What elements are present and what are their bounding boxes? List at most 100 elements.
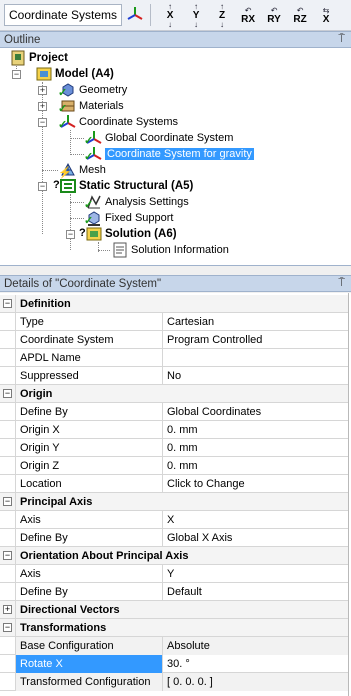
- expand-toggle[interactable]: +: [3, 605, 12, 614]
- tree-node-model[interactable]: Model (A4): [36, 66, 114, 82]
- property-value[interactable]: Global Coordinates: [163, 403, 349, 421]
- property-value[interactable]: No: [163, 367, 349, 385]
- property-value[interactable]: Absolute: [163, 636, 349, 655]
- property-name: APDL Name: [15, 348, 163, 367]
- details-row-suppressed[interactable]: Suppressed No: [0, 366, 349, 385]
- static-structural-icon: ?: [53, 178, 76, 194]
- property-value[interactable]: [163, 349, 349, 367]
- property-name: Base Configuration: [15, 636, 163, 655]
- details-row-origin-z[interactable]: Origin Z 0. mm: [0, 456, 349, 475]
- property-value[interactable]: Click to Change: [163, 475, 349, 493]
- tree-node-label: Static Structural (A5): [79, 180, 194, 192]
- property-name: Suppressed: [15, 366, 163, 385]
- collapse-toggle[interactable]: −: [3, 551, 12, 560]
- property-value[interactable]: Y: [163, 565, 349, 583]
- details-row-origin-y[interactable]: Origin Y 0. mm: [0, 438, 349, 457]
- collapse-toggle[interactable]: −: [66, 230, 75, 239]
- tree-node-global-coordinate-system[interactable]: ✓ Global Coordinate System: [84, 130, 234, 147]
- tree-node-solution[interactable]: ? Solution (A6): [79, 226, 177, 242]
- property-name: Origin Z: [15, 456, 163, 475]
- status-question-icon: ?: [53, 179, 60, 191]
- tree-node-label: Geometry: [79, 84, 128, 96]
- tree-node-static-structural[interactable]: ? Static Structural (A5): [53, 178, 194, 194]
- section-label: Definition: [15, 294, 349, 313]
- section-origin[interactable]: − Origin: [0, 384, 349, 403]
- tree-node-coordinate-systems[interactable]: ✓ Coordinate Systems: [58, 114, 178, 131]
- property-name: Location: [15, 474, 163, 493]
- tree-node-solution-information[interactable]: Solution Information: [112, 242, 229, 258]
- details-row-apdl-name[interactable]: APDL Name: [0, 348, 349, 367]
- section-label: Transformations: [15, 618, 349, 637]
- details-row-define-by[interactable]: Define By Global X Axis: [0, 528, 349, 547]
- expand-toggle[interactable]: +: [38, 102, 47, 111]
- property-name: Origin X: [15, 420, 163, 439]
- property-value[interactable]: 0. mm: [163, 439, 349, 457]
- collapse-toggle[interactable]: −: [38, 118, 47, 127]
- tree-node-fixed-support[interactable]: ✓ Fixed Support: [84, 210, 174, 227]
- section-principal-axis[interactable]: − Principal Axis: [0, 492, 349, 511]
- translate-x-button[interactable]: ⇆ X: [313, 3, 339, 27]
- section-transformations[interactable]: − Transformations: [0, 618, 349, 637]
- expand-toggle[interactable]: +: [38, 86, 47, 95]
- details-row-transformed-configuration[interactable]: Transformed Configuration [ 0. 0. 0. ]: [0, 672, 349, 691]
- collapse-toggle[interactable]: −: [12, 70, 21, 79]
- property-name: Define By: [15, 528, 163, 547]
- flip-x-button[interactable]: ↑ X ↓: [157, 2, 183, 29]
- rotate-z-button[interactable]: ↶ RZ: [287, 3, 313, 27]
- property-value[interactable]: 0. mm: [163, 457, 349, 475]
- property-name: Axis: [15, 564, 163, 583]
- tree-node-coordinate-system-gravity[interactable]: ✓ Coordinate System for gravity: [84, 146, 254, 163]
- status-question-icon: ?: [79, 227, 86, 239]
- section-orientation[interactable]: − Orientation About Principal Axis: [0, 546, 349, 565]
- flip-z-button[interactable]: ↑ Z ↓: [209, 2, 235, 29]
- section-directional-vectors[interactable]: + Directional Vectors: [0, 600, 349, 619]
- collapse-toggle[interactable]: −: [3, 389, 12, 398]
- collapse-toggle[interactable]: −: [3, 497, 12, 506]
- property-value[interactable]: X: [163, 511, 349, 529]
- details-row-axis[interactable]: Axis Y: [0, 564, 349, 583]
- details-row-origin-x[interactable]: Origin X 0. mm: [0, 420, 349, 439]
- details-row-type[interactable]: Type Cartesian: [0, 312, 349, 331]
- flip-y-button[interactable]: ↑ Y ↓: [183, 2, 209, 29]
- details-row-rotate-x[interactable]: Rotate X 30. °: [0, 654, 349, 673]
- tree-node-mesh[interactable]: ⚡ Mesh: [58, 162, 106, 179]
- pin-icon[interactable]: ⍑: [338, 33, 345, 46]
- property-value[interactable]: Global X Axis: [163, 529, 349, 547]
- property-value[interactable]: 0. mm: [163, 421, 349, 439]
- tree-node-materials[interactable]: ✓ Materials: [58, 98, 124, 115]
- section-label: Origin: [15, 384, 349, 403]
- details-row-define-by[interactable]: Define By Global Coordinates: [0, 402, 349, 421]
- pin-icon[interactable]: ⍑: [338, 277, 345, 290]
- collapse-toggle[interactable]: −: [3, 623, 12, 632]
- details-row-axis[interactable]: Axis X: [0, 510, 349, 529]
- details-row-base-configuration[interactable]: Base Configuration Absolute: [0, 636, 349, 655]
- toolbar-context-label[interactable]: Coordinate Systems: [4, 4, 123, 26]
- coordinate-system-icon: ✓: [84, 146, 102, 163]
- rotate-y-button[interactable]: ↶ RY: [261, 3, 287, 27]
- collapse-toggle[interactable]: −: [3, 299, 12, 308]
- property-value[interactable]: Default: [163, 583, 349, 601]
- tree-node-label: Solution (A6): [105, 228, 177, 240]
- property-value[interactable]: Cartesian: [163, 313, 349, 331]
- coordinate-system-icon: ✓: [58, 114, 76, 131]
- collapse-toggle[interactable]: −: [38, 182, 47, 191]
- section-definition[interactable]: − Definition: [0, 294, 349, 313]
- details-row-coordinate-system[interactable]: Coordinate System Program Controlled: [0, 330, 349, 349]
- tree-node-label: Model (A4): [55, 68, 114, 80]
- rotate-x-button[interactable]: ↶ RX: [235, 3, 261, 27]
- tree-node-project[interactable]: Project: [10, 50, 68, 66]
- tree-line: [42, 170, 58, 171]
- analysis-settings-icon: ✓: [84, 194, 102, 211]
- property-value[interactable]: Program Controlled: [163, 331, 349, 349]
- rotate-x-input[interactable]: 30. °: [163, 655, 349, 673]
- details-row-location[interactable]: Location Click to Change: [0, 474, 349, 493]
- coordinate-system-icon[interactable]: [126, 5, 144, 26]
- details-row-define-by[interactable]: Define By Default: [0, 582, 349, 601]
- property-name: Type: [15, 312, 163, 331]
- tree-line: [70, 202, 84, 203]
- tree-node-geometry[interactable]: ✓ Geometry: [58, 82, 128, 99]
- tree-node-analysis-settings[interactable]: ✓ Analysis Settings: [84, 194, 189, 211]
- tree-node-label: Fixed Support: [105, 212, 174, 224]
- tree-node-label: Mesh: [79, 164, 106, 176]
- tree-node-label: Global Coordinate System: [105, 132, 234, 144]
